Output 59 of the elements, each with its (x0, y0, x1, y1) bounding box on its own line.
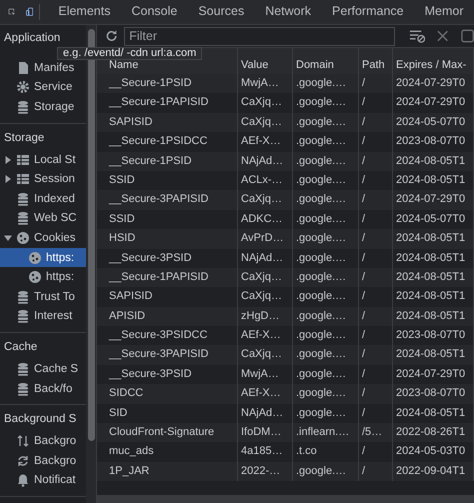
section-heading: Storage (3, 130, 44, 146)
section-heading: Application (3, 31, 60, 45)
table-cell: / (359, 462, 393, 482)
sidebar-item[interactable]: Notificat (0, 470, 86, 490)
panel-tab[interactable]: Performance (322, 0, 414, 24)
sidebar-item[interactable]: Interest (0, 306, 86, 326)
filter-field[interactable]: Filter (124, 26, 394, 46)
bell-icon (16, 473, 30, 488)
table-cell: 2022-… (238, 462, 293, 482)
panel-tab[interactable]: Elements (48, 0, 121, 24)
table-cell: 2022-09-04T1 (393, 462, 474, 482)
database-icon (16, 290, 30, 304)
sidebar-item[interactable]: Storage (0, 97, 86, 117)
panel-tab[interactable]: Console (120, 0, 188, 24)
tooltip: e.g. /eventd/ -cdn url:a.com (57, 47, 202, 60)
sidebar-item[interactable]: Back/fo (0, 378, 86, 398)
clear-filter-icon[interactable] (408, 28, 426, 44)
expanded-arrow-icon[interactable] (4, 234, 12, 242)
sidebar-item[interactable]: Manifes (0, 58, 86, 78)
section-heading: Cache (3, 340, 38, 356)
table-icon (16, 152, 30, 167)
sidebar-item[interactable]: Trust To (0, 286, 86, 307)
sidebar-item[interactable]: Service (0, 78, 86, 98)
checkbox-icon[interactable] (460, 29, 474, 43)
sidebar-item[interactable]: Cookies (0, 228, 86, 248)
gear-icon (16, 80, 30, 94)
sidebar-item[interactable]: Cache S (0, 359, 86, 379)
refresh-icon[interactable] (105, 29, 118, 43)
sidebar-item[interactable]: https: (0, 248, 86, 268)
table-icon (16, 172, 30, 186)
database-icon (16, 362, 30, 376)
file-icon (16, 60, 30, 75)
database-icon (16, 192, 30, 206)
cookie-icon (28, 250, 42, 265)
table-cell: 1P_JAR (97, 462, 238, 482)
cookie-icon (28, 270, 42, 284)
up-down-arrows-icon (16, 434, 30, 448)
database-icon (16, 211, 30, 226)
horizontal-scrollbar[interactable] (97, 495, 474, 503)
cookie-icon (16, 230, 30, 245)
sidebar-item[interactable]: Web SC (0, 208, 86, 228)
sidebar-item[interactable]: Indexed (0, 188, 86, 209)
database-icon (16, 100, 30, 114)
sidebar-item[interactable]: Backgro (0, 431, 86, 451)
panel-tab[interactable]: Sources (188, 0, 255, 24)
panel-tab[interactable]: Memor (414, 0, 474, 24)
table-cell: .google.… (293, 462, 359, 482)
database-icon (16, 382, 30, 396)
panel-tab[interactable]: Network (254, 0, 322, 24)
sidebar-item[interactable]: Session (0, 169, 86, 189)
sidebar-item[interactable]: Local St (0, 150, 86, 170)
close-icon[interactable] (437, 30, 449, 42)
sidebar-item[interactable]: Backgro (0, 450, 86, 470)
section-heading: Background S (3, 412, 76, 428)
collapsed-arrow-icon[interactable] (4, 175, 12, 184)
sync-icon (16, 454, 30, 468)
collapsed-arrow-icon[interactable] (4, 156, 12, 164)
database-icon (16, 309, 30, 324)
sidebar-item[interactable]: https: (0, 267, 86, 287)
